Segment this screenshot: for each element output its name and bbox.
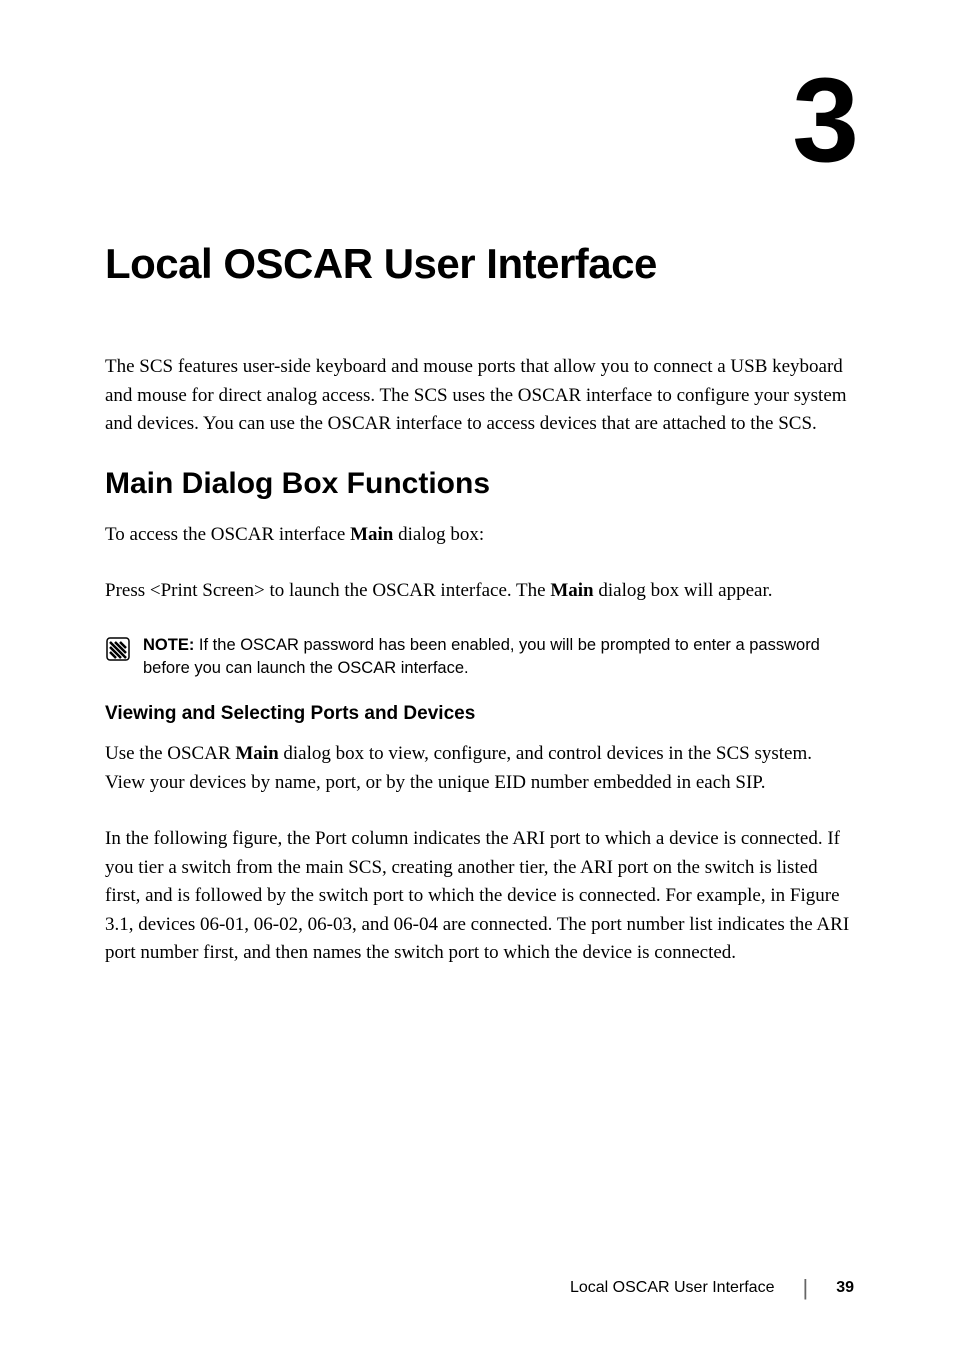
subsection-para2: In the following figure, the Port column… [105, 825, 854, 968]
section1-para1-bold: Main [350, 524, 393, 545]
note-container: NOTE: If the OSCAR password has been ena… [105, 634, 854, 682]
section1-para2: Press <Print Screen> to launch the OSCAR… [105, 577, 854, 606]
note-body: If the OSCAR password has been enabled, … [143, 636, 820, 678]
note-text: NOTE: If the OSCAR password has been ena… [143, 634, 854, 682]
section1-para1: To access the OSCAR interface Main dialo… [105, 521, 854, 550]
intro-paragraph: The SCS features user-side keyboard and … [105, 353, 854, 439]
subsection-para1-before: Use the OSCAR [105, 743, 235, 764]
chapter-title: Local OSCAR User Interface [105, 240, 854, 288]
note-label: NOTE: [143, 636, 194, 654]
section1-para1-before: To access the OSCAR interface [105, 524, 350, 545]
page-footer: Local OSCAR User Interface | 39 [570, 1275, 854, 1301]
section1-para2-after: dialog box will appear. [594, 580, 773, 601]
footer-divider: | [802, 1275, 808, 1301]
footer-page-number: 39 [836, 1279, 854, 1297]
subsection-para1: Use the OSCAR Main dialog box to view, c… [105, 740, 854, 797]
subsection-heading-viewing: Viewing and Selecting Ports and Devices [105, 703, 854, 725]
section1-para2-before: Press <Print Screen> to launch the OSCAR… [105, 580, 550, 601]
section1-para1-after: dialog box: [393, 524, 484, 545]
chapter-number: 3 [105, 60, 854, 180]
section-heading-main-dialog: Main Dialog Box Functions [105, 467, 854, 501]
note-icon [105, 636, 131, 662]
footer-title: Local OSCAR User Interface [570, 1279, 775, 1297]
section1-para2-bold: Main [550, 580, 593, 601]
subsection-para1-bold: Main [235, 743, 278, 764]
